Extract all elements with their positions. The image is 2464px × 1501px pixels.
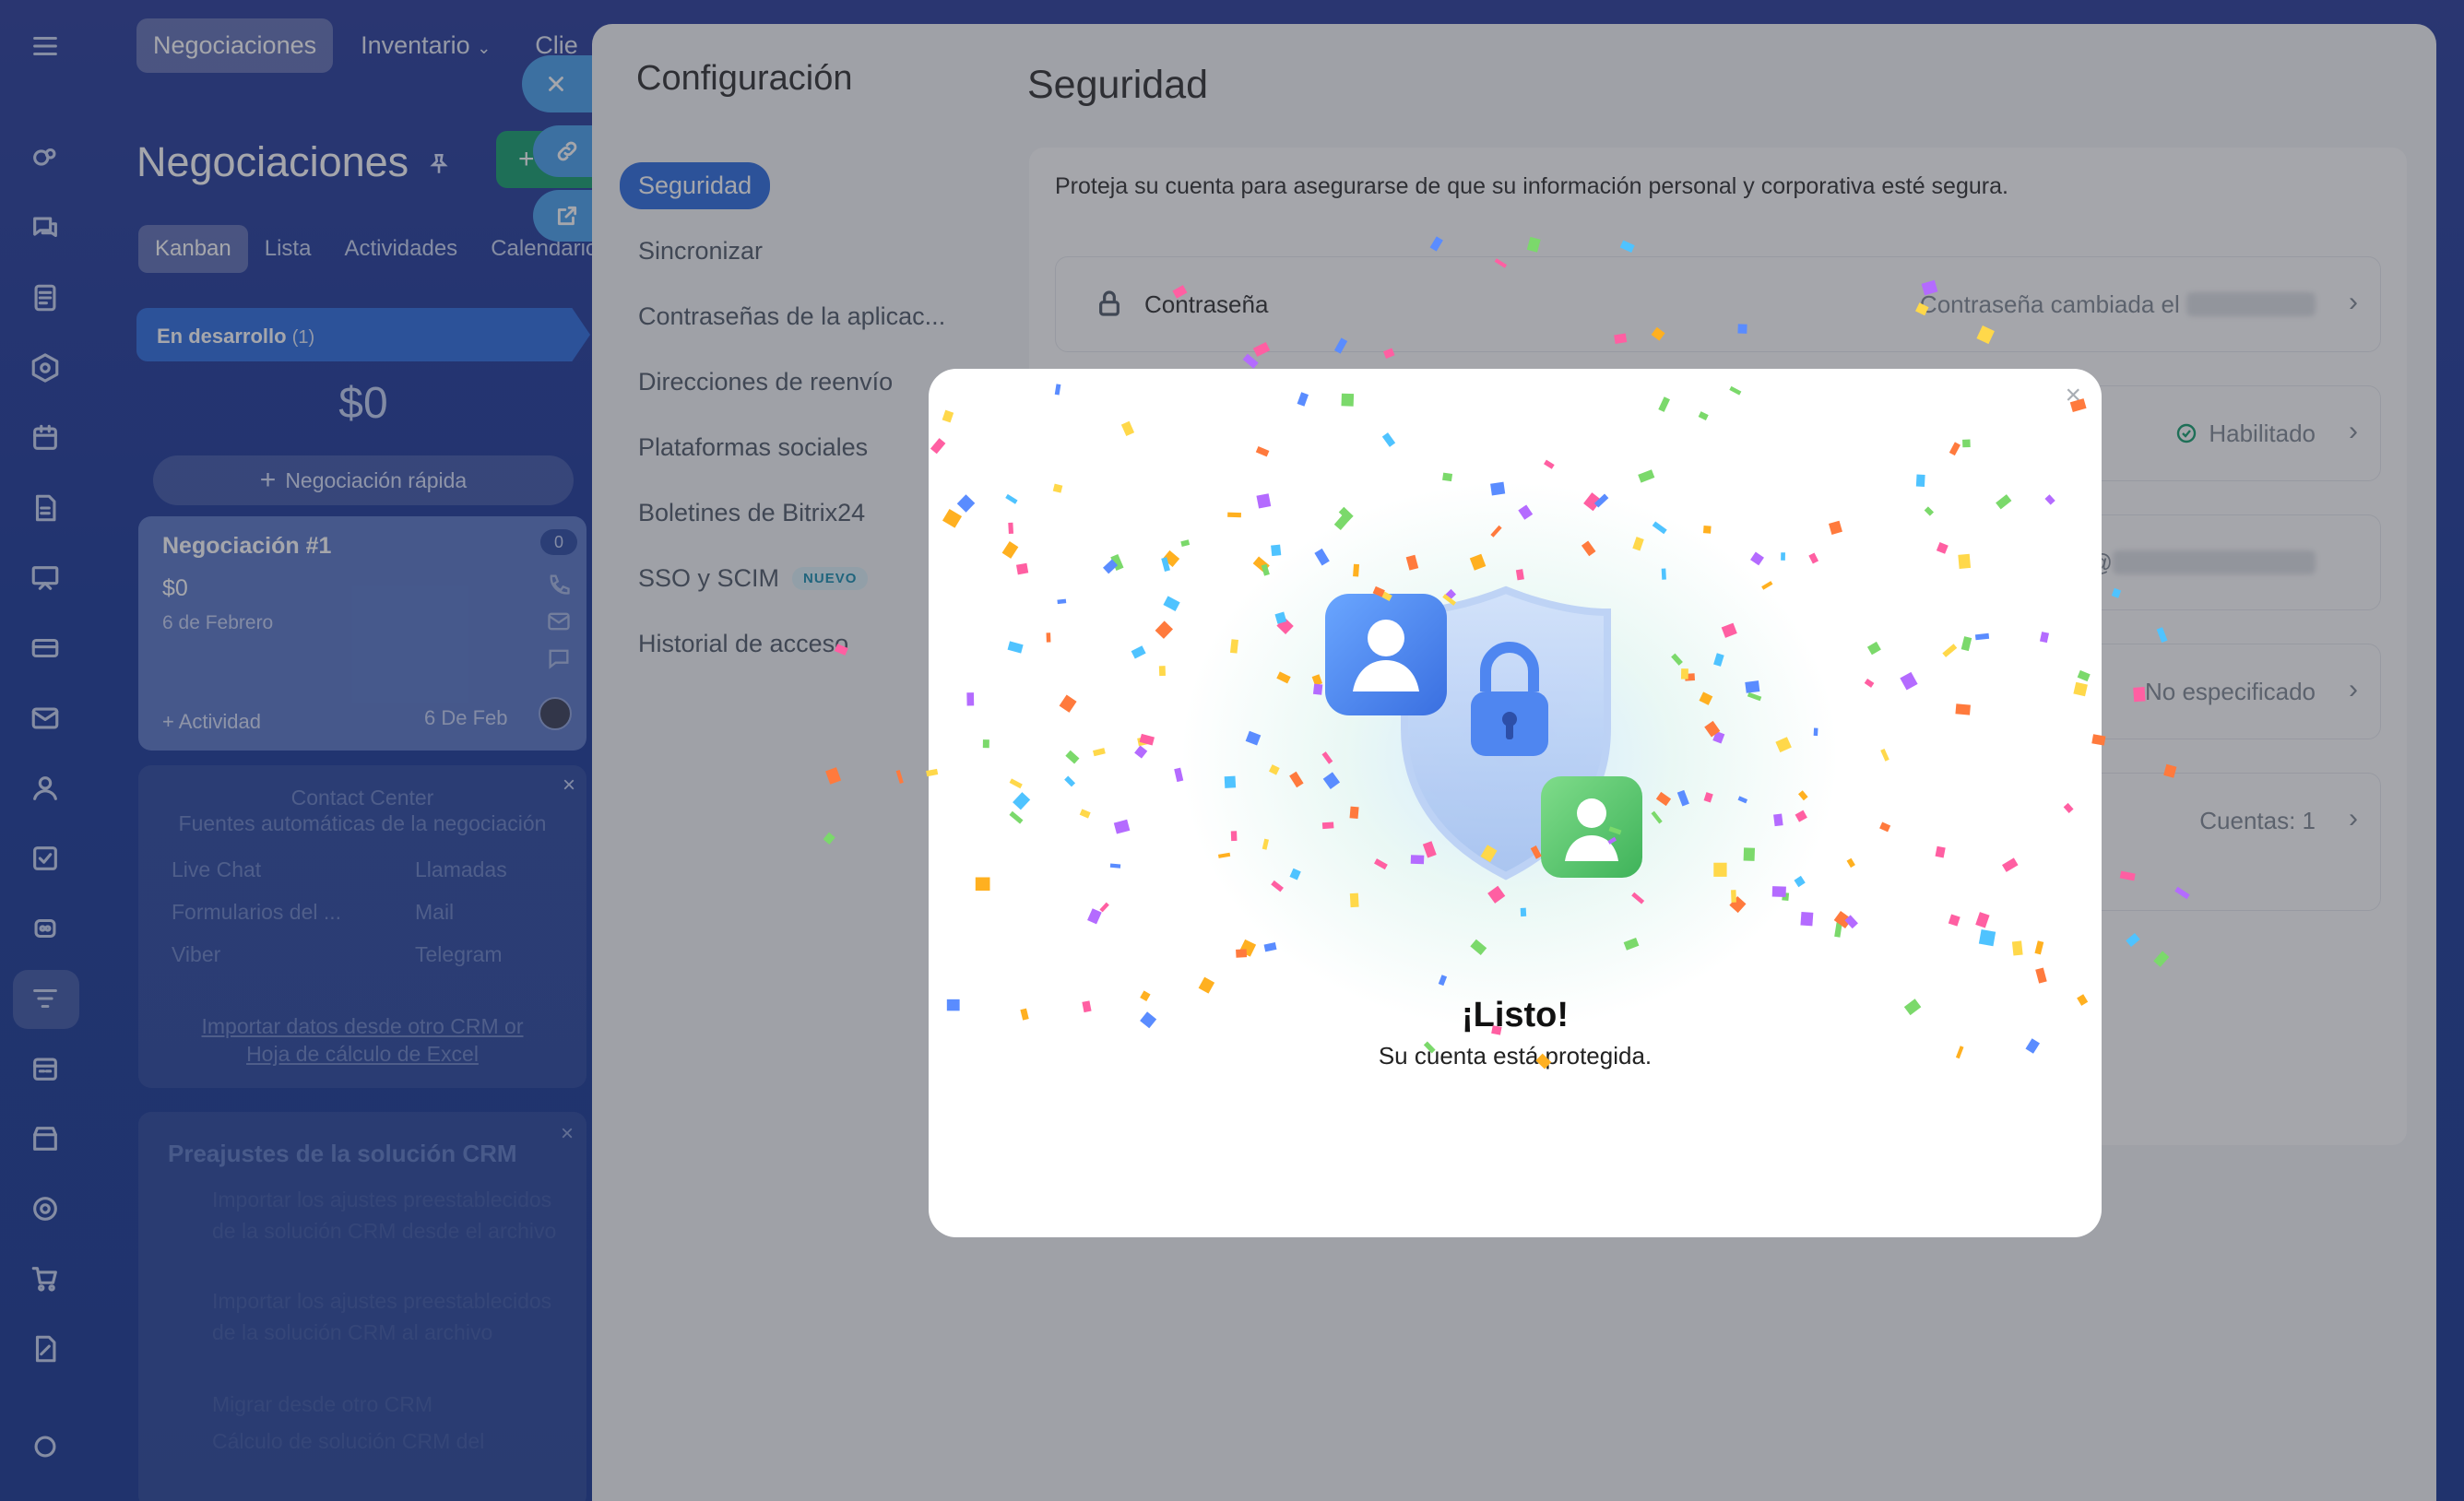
success-modal: × ¡Listo! Su cuenta está protegida. (929, 369, 2102, 1237)
modal-title: ¡Listo! (1461, 996, 1570, 1034)
close-icon[interactable]: × (2065, 380, 2081, 411)
shield-lock-illustration (1325, 585, 1642, 881)
modal-subtitle: Su cuenta está protegida. (1378, 1042, 1653, 1070)
